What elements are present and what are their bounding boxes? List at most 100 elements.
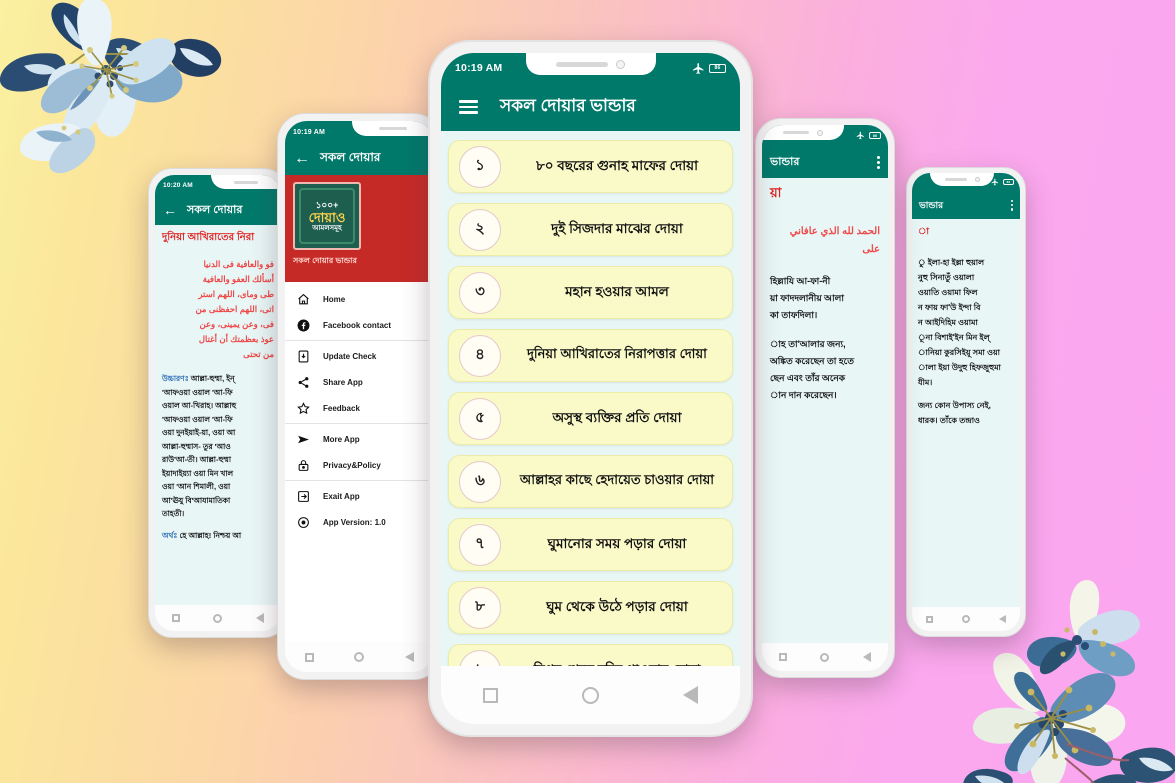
triangle-icon[interactable] bbox=[863, 652, 872, 662]
notch-far-left bbox=[211, 175, 281, 189]
bn-line: ওয়া 'আন শিমালী, ওয়া bbox=[162, 482, 231, 491]
app-bar-title: সকল দোয়ার bbox=[187, 203, 243, 216]
square-icon[interactable] bbox=[926, 615, 934, 623]
status-time: 10:20 AM bbox=[163, 181, 193, 189]
star-icon bbox=[297, 401, 310, 415]
airplane-icon bbox=[693, 62, 704, 74]
item-label: আল্লাহর কাছে হেদায়েত চাওয়ার দোয়া bbox=[519, 472, 715, 487]
drawer-item-label: Exait App bbox=[323, 491, 360, 501]
list-item[interactable]: ৭ ঘুমানোর সময় পড়ার দোয়া bbox=[448, 518, 733, 571]
drawer-divider bbox=[285, 340, 434, 341]
list-item[interactable]: ১ ৮০ বছরের গুনাহ মাফের দোয়া bbox=[448, 140, 733, 193]
drawer-item-label: Update Check bbox=[323, 351, 377, 361]
item-number-bubble: ১ bbox=[459, 145, 501, 188]
arabic-block: فو والعافية فى الدنيا أسألك العفو والعاف… bbox=[162, 257, 274, 362]
app-bar-drawer: ← সকল দোয়ার bbox=[285, 143, 434, 175]
drawer-item-label: Share App bbox=[323, 377, 363, 387]
bn-line: আল্লা-হুম্মা, ইন্ bbox=[190, 374, 235, 383]
drawer-item-update[interactable]: Update Check bbox=[285, 343, 434, 369]
drawer-item-more-app[interactable]: More App bbox=[285, 426, 434, 452]
nav-bar-right-inner bbox=[762, 643, 888, 671]
bn-line: ু ইলা-হা ইল্লা হুয়াল bbox=[918, 258, 985, 267]
drawer-item-feedback[interactable]: Feedback bbox=[285, 395, 434, 421]
list-item[interactable]: ৬ আল্লাহর কাছে হেদায়েত চাওয়ার দোয়া bbox=[448, 455, 733, 508]
facebook-icon bbox=[297, 319, 310, 332]
square-icon[interactable] bbox=[778, 653, 787, 661]
home-icon bbox=[297, 293, 310, 306]
app-bar-far-left: ← সকল দোয়ার bbox=[155, 195, 281, 225]
bn-line: কা তাফদিলা। bbox=[770, 310, 818, 320]
update-icon bbox=[297, 350, 310, 363]
bn-line: ধারক। তাঁকে তন্দ্রাও bbox=[918, 416, 980, 425]
bn-line: আ'ঊযু বি'আযামাতিকা bbox=[162, 495, 231, 505]
bn-line: জন্য কোন উপাস্য নেই, bbox=[918, 401, 991, 410]
item-number-bubble: ২ bbox=[459, 208, 501, 251]
triangle-icon[interactable] bbox=[683, 686, 698, 704]
arabic-line: الحمد لله الذي عافاني bbox=[789, 226, 880, 237]
share-icon bbox=[297, 376, 310, 389]
back-arrow-icon[interactable]: ← bbox=[294, 151, 310, 167]
list-item[interactable]: ২ দুই সিজদার মাঝের দোয়া bbox=[448, 203, 733, 256]
lock-icon bbox=[297, 459, 310, 472]
square-icon[interactable] bbox=[171, 614, 180, 622]
bn-line: ালা ইয়া উদুহু হিফজুহুমা bbox=[918, 363, 1001, 372]
bn-line: আল্লা-হুম্মাস- তুর 'আও bbox=[162, 441, 231, 451]
detail-content-right-inner: য়া الحمد لله الذي عافاني على হিল্লাযি আ… bbox=[762, 178, 888, 671]
drawer-item-exit[interactable]: Exait App bbox=[285, 483, 434, 509]
drawer-item-label: Feedback bbox=[323, 403, 360, 413]
triangle-icon[interactable] bbox=[256, 613, 265, 623]
circle-icon[interactable] bbox=[961, 615, 970, 623]
bn-line: াহ তা'আলার জন্য, bbox=[770, 339, 846, 349]
drawer-item-share[interactable]: Share App bbox=[285, 369, 434, 395]
kebab-icon[interactable] bbox=[1010, 199, 1013, 211]
dua-list[interactable]: ১ ৮০ বছরের গুনাহ মাফের দোয়া ২ দুই সিজদা… bbox=[441, 131, 740, 724]
bn-line: য়া ফাদদলানীয় আলা bbox=[770, 293, 844, 303]
circle-icon[interactable] bbox=[582, 686, 599, 704]
bn-line: ছেন এবং তাঁর অনেক bbox=[770, 373, 846, 383]
square-icon[interactable] bbox=[305, 652, 315, 662]
airplane-icon bbox=[856, 131, 864, 140]
drawer-item-facebook[interactable]: Facebook contact bbox=[285, 312, 434, 338]
app-bar-title: ভান্ডার bbox=[919, 199, 944, 210]
item-number-bubble: ৭ bbox=[459, 523, 501, 566]
list-item[interactable]: ৫ অসুস্থ ব্যক্তির প্রতি দোয়া bbox=[448, 392, 733, 445]
square-icon[interactable] bbox=[483, 687, 498, 703]
bn-line: রাউ'আ-তী। আল্লা-হুম্মা bbox=[162, 455, 231, 464]
item-number-bubble: ৮ bbox=[459, 586, 501, 629]
drawer-item-privacy[interactable]: Privacy&Policy bbox=[285, 452, 434, 478]
logo-line-2: দোয়াও bbox=[308, 209, 346, 225]
poster-canvas: 86 ভান্ডার া ু ইলা-হা ইল্লা হুয়াল নুহু … bbox=[0, 0, 1175, 783]
arabic-line: فى، وعن يمينى، وعن bbox=[199, 319, 274, 329]
detail-content-far-right: া ু ইলা-হা ইল্লা হুয়াল নুহু সিনাতুঁ ওয়… bbox=[912, 219, 1020, 631]
list-item[interactable]: ৩ মহান হওয়ার আমল bbox=[448, 266, 733, 319]
detail-title: য়া bbox=[770, 185, 782, 200]
kebab-icon[interactable] bbox=[877, 155, 880, 169]
detail-title: া bbox=[918, 226, 930, 236]
drawer-item-home[interactable]: Home bbox=[285, 286, 434, 312]
circle-icon[interactable] bbox=[820, 652, 830, 662]
back-arrow-icon[interactable]: ← bbox=[163, 203, 177, 217]
nav-bar-far-left bbox=[155, 605, 281, 631]
circle-icon[interactable] bbox=[213, 613, 223, 623]
circle-icon[interactable] bbox=[354, 652, 365, 662]
bn-line: নুহু সিনাতুঁ ওয়ালা bbox=[918, 273, 975, 282]
app-bar-main: সকল দোয়ার ভান্ডার bbox=[441, 83, 740, 131]
list-item[interactable]: ৪ দুনিয়া আখিরাতের নিরাপত্তার দোয়া bbox=[448, 329, 733, 382]
item-label: মহান হওয়ার আমল bbox=[565, 284, 669, 299]
app-bar-title: সকল দোয়ার ভান্ডার bbox=[500, 96, 636, 115]
app-bar-right-inner: ভান্ডার bbox=[762, 146, 888, 178]
drawer-item-version[interactable]: App Version: 1.0 bbox=[285, 509, 434, 535]
drawer-item-label: Facebook contact bbox=[323, 320, 392, 330]
list-item[interactable]: ৮ ঘুম থেকে উঠে পড়ার দোয়া bbox=[448, 581, 733, 634]
app-bar-title: সকল দোয়ার bbox=[320, 150, 381, 164]
detail-bangla-block: ু ইলা-হা ইল্লা হুয়াল নুহু সিনাতুঁ ওয়াল… bbox=[918, 255, 1014, 428]
arabic-line: من تحتى bbox=[243, 349, 274, 359]
drawer-subtitle: সকল দোয়ার ভান্ডার bbox=[293, 256, 357, 265]
arabic-line: طى وماى، اللهم استر bbox=[198, 289, 274, 299]
notch-right-inner bbox=[762, 125, 844, 140]
item-label: অসুস্থ ব্যক্তির প্রতি দোয়া bbox=[552, 410, 682, 425]
hamburger-icon[interactable] bbox=[459, 100, 478, 114]
triangle-icon[interactable] bbox=[404, 652, 414, 662]
triangle-icon[interactable] bbox=[998, 615, 1006, 623]
nav-bar-main bbox=[441, 666, 740, 724]
